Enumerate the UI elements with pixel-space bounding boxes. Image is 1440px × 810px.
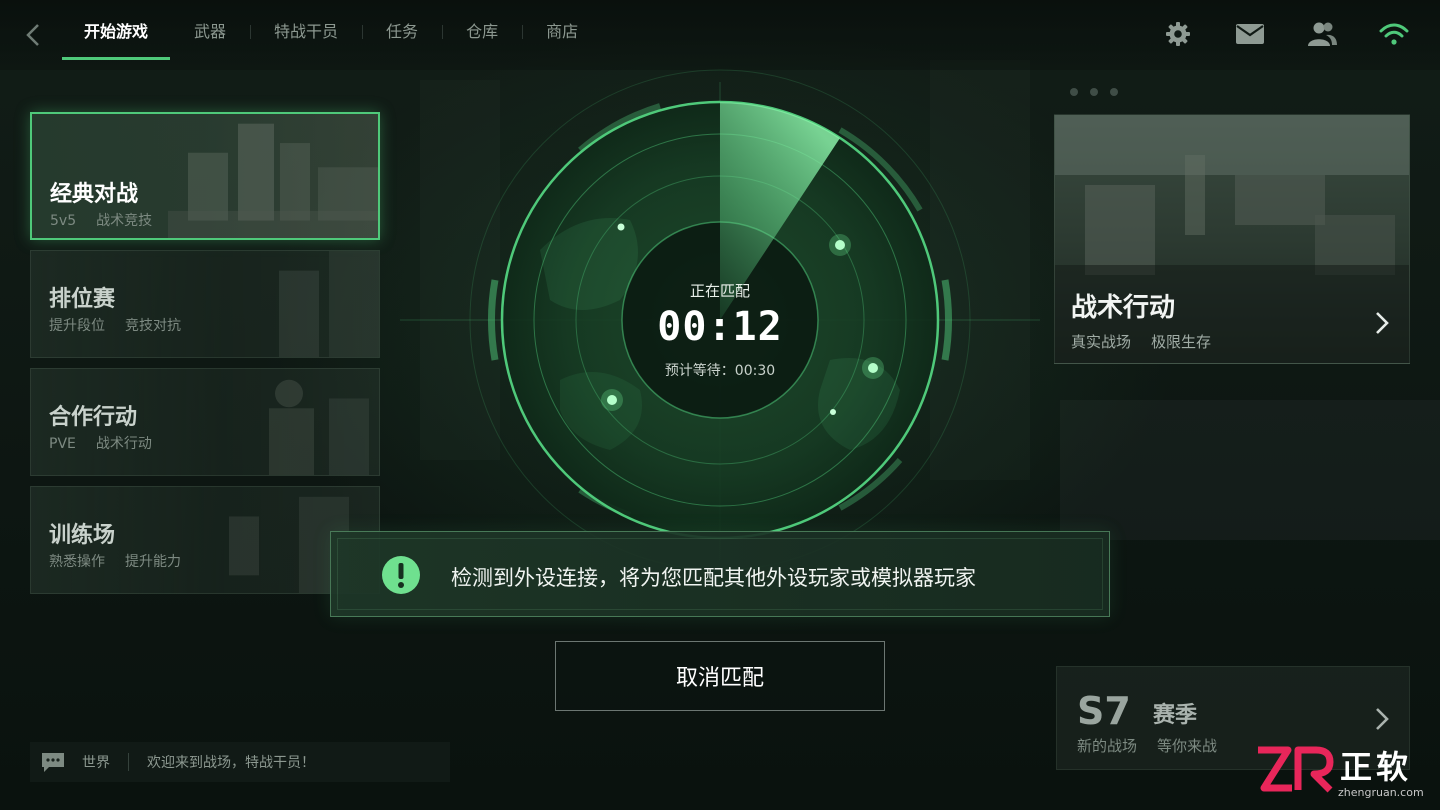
mail-icon[interactable] xyxy=(1234,20,1266,48)
back-chevron-icon[interactable] xyxy=(22,22,44,48)
tab-warehouse[interactable]: 仓库 xyxy=(442,0,522,60)
mode-tags: 熟悉操作 提升能力 xyxy=(49,551,181,571)
mode-tag: 提升段位 xyxy=(49,318,105,334)
mode-tag: PVE xyxy=(49,436,76,452)
season-code: S7 xyxy=(1077,689,1131,733)
friends-icon[interactable] xyxy=(1306,20,1338,48)
mode-tag: 提升能力 xyxy=(125,554,181,570)
matchmaking-timer: 00:12 xyxy=(657,304,783,350)
chat-bar[interactable]: 世界 欢迎来到战场，特战干员！ xyxy=(30,742,450,782)
mode-tag: 战术竞技 xyxy=(96,213,153,229)
wifi-signal-icon xyxy=(1378,20,1410,48)
mode-card-training[interactable]: 训练场 熟悉操作 提升能力 xyxy=(30,486,380,594)
season-tag: 新的战场 xyxy=(1077,737,1138,755)
featured-tags: 真实战场 极限生存 xyxy=(1071,331,1211,352)
tab-weapons[interactable]: 武器 xyxy=(170,0,250,60)
background-scenery xyxy=(1060,400,1440,540)
mode-tag: 熟悉操作 xyxy=(49,554,105,570)
radar-blip xyxy=(617,223,625,231)
tab-missions[interactable]: 任务 xyxy=(362,0,442,60)
chat-bubble-icon xyxy=(42,753,64,772)
estimated-wait: 预计等待：00:30 xyxy=(664,363,776,379)
watermark-brand: 正软 xyxy=(1340,748,1413,786)
chevron-right-icon xyxy=(1376,312,1389,334)
main-tabs: 开始游戏 武器 特战干员 任务 仓库 商店 xyxy=(62,0,602,60)
zr-logo xyxy=(1258,746,1334,793)
game-lobby-screen: 开始游戏 武器 特战干员 任务 仓库 商店 经典对战 5v5 战术竞技 排位赛 … xyxy=(0,0,1440,810)
featured-mode-card[interactable]: 战术行动 真实战场 极限生存 xyxy=(1054,114,1410,364)
mode-tag: 5v5 xyxy=(50,213,77,229)
season-tag: 等你来战 xyxy=(1157,737,1218,755)
tab-shop[interactable]: 商店 xyxy=(522,0,602,60)
mode-title: 经典对战 xyxy=(50,182,139,207)
notice-message: 检测到外设连接，将为您匹配其他外设玩家或模拟器玩家 xyxy=(451,566,976,590)
mode-artwork xyxy=(168,123,378,238)
featured-title: 战术行动 xyxy=(1071,293,1176,323)
chevron-right-icon xyxy=(1376,708,1389,730)
mode-card-ranked[interactable]: 排位赛 提升段位 竞技对抗 xyxy=(30,250,380,358)
season-label: 赛季 xyxy=(1153,703,1198,728)
chat-channel-label[interactable]: 世界 xyxy=(82,752,110,772)
mode-artwork xyxy=(279,251,379,357)
radar-blip xyxy=(830,409,836,415)
mode-tags: 5v5 战术竞技 xyxy=(50,210,152,230)
radar-arc xyxy=(941,279,952,361)
mode-card-classic-battle[interactable]: 经典对战 5v5 战术竞技 xyxy=(30,112,380,240)
settings-gear-icon[interactable] xyxy=(1162,20,1194,48)
mode-tag: 战术行动 xyxy=(95,436,152,452)
watermark-url: zhengruan.com xyxy=(1338,786,1424,799)
tab-operators[interactable]: 特战干员 xyxy=(250,0,362,60)
peripheral-notice-banner: 检测到外设连接，将为您匹配其他外设玩家或模拟器玩家 xyxy=(330,531,1110,617)
watermark: 正软 zhengruan.com xyxy=(1254,740,1434,806)
mode-title: 排位赛 xyxy=(49,287,116,312)
matchmaking-status: 正在匹配 xyxy=(689,282,750,300)
chat-message: 欢迎来到战场，特战干员！ xyxy=(147,755,315,771)
season-tags: 新的战场 等你来战 xyxy=(1077,735,1217,756)
exclamation-circle-icon xyxy=(382,556,420,594)
cancel-matchmaking-button[interactable]: 取消匹配 xyxy=(555,641,885,711)
mode-title: 合作行动 xyxy=(49,405,138,430)
carousel-dots xyxy=(1070,88,1118,96)
mode-artwork xyxy=(269,379,369,475)
mode-tags: 提升段位 竞技对抗 xyxy=(49,315,181,335)
radar-arc xyxy=(488,279,499,361)
featured-tag: 真实战场 xyxy=(1071,333,1132,351)
featured-artwork xyxy=(1055,115,1409,363)
mode-tag: 竞技对抗 xyxy=(125,318,181,334)
featured-tag: 极限生存 xyxy=(1151,333,1212,351)
top-right-icons xyxy=(1162,20,1410,48)
mode-title: 训练场 xyxy=(49,523,116,548)
chat-divider xyxy=(128,753,129,771)
tab-start-game[interactable]: 开始游戏 xyxy=(62,0,171,60)
mode-tags: PVE 战术行动 xyxy=(49,433,152,453)
mode-card-co-op[interactable]: 合作行动 PVE 战术行动 xyxy=(30,368,380,476)
